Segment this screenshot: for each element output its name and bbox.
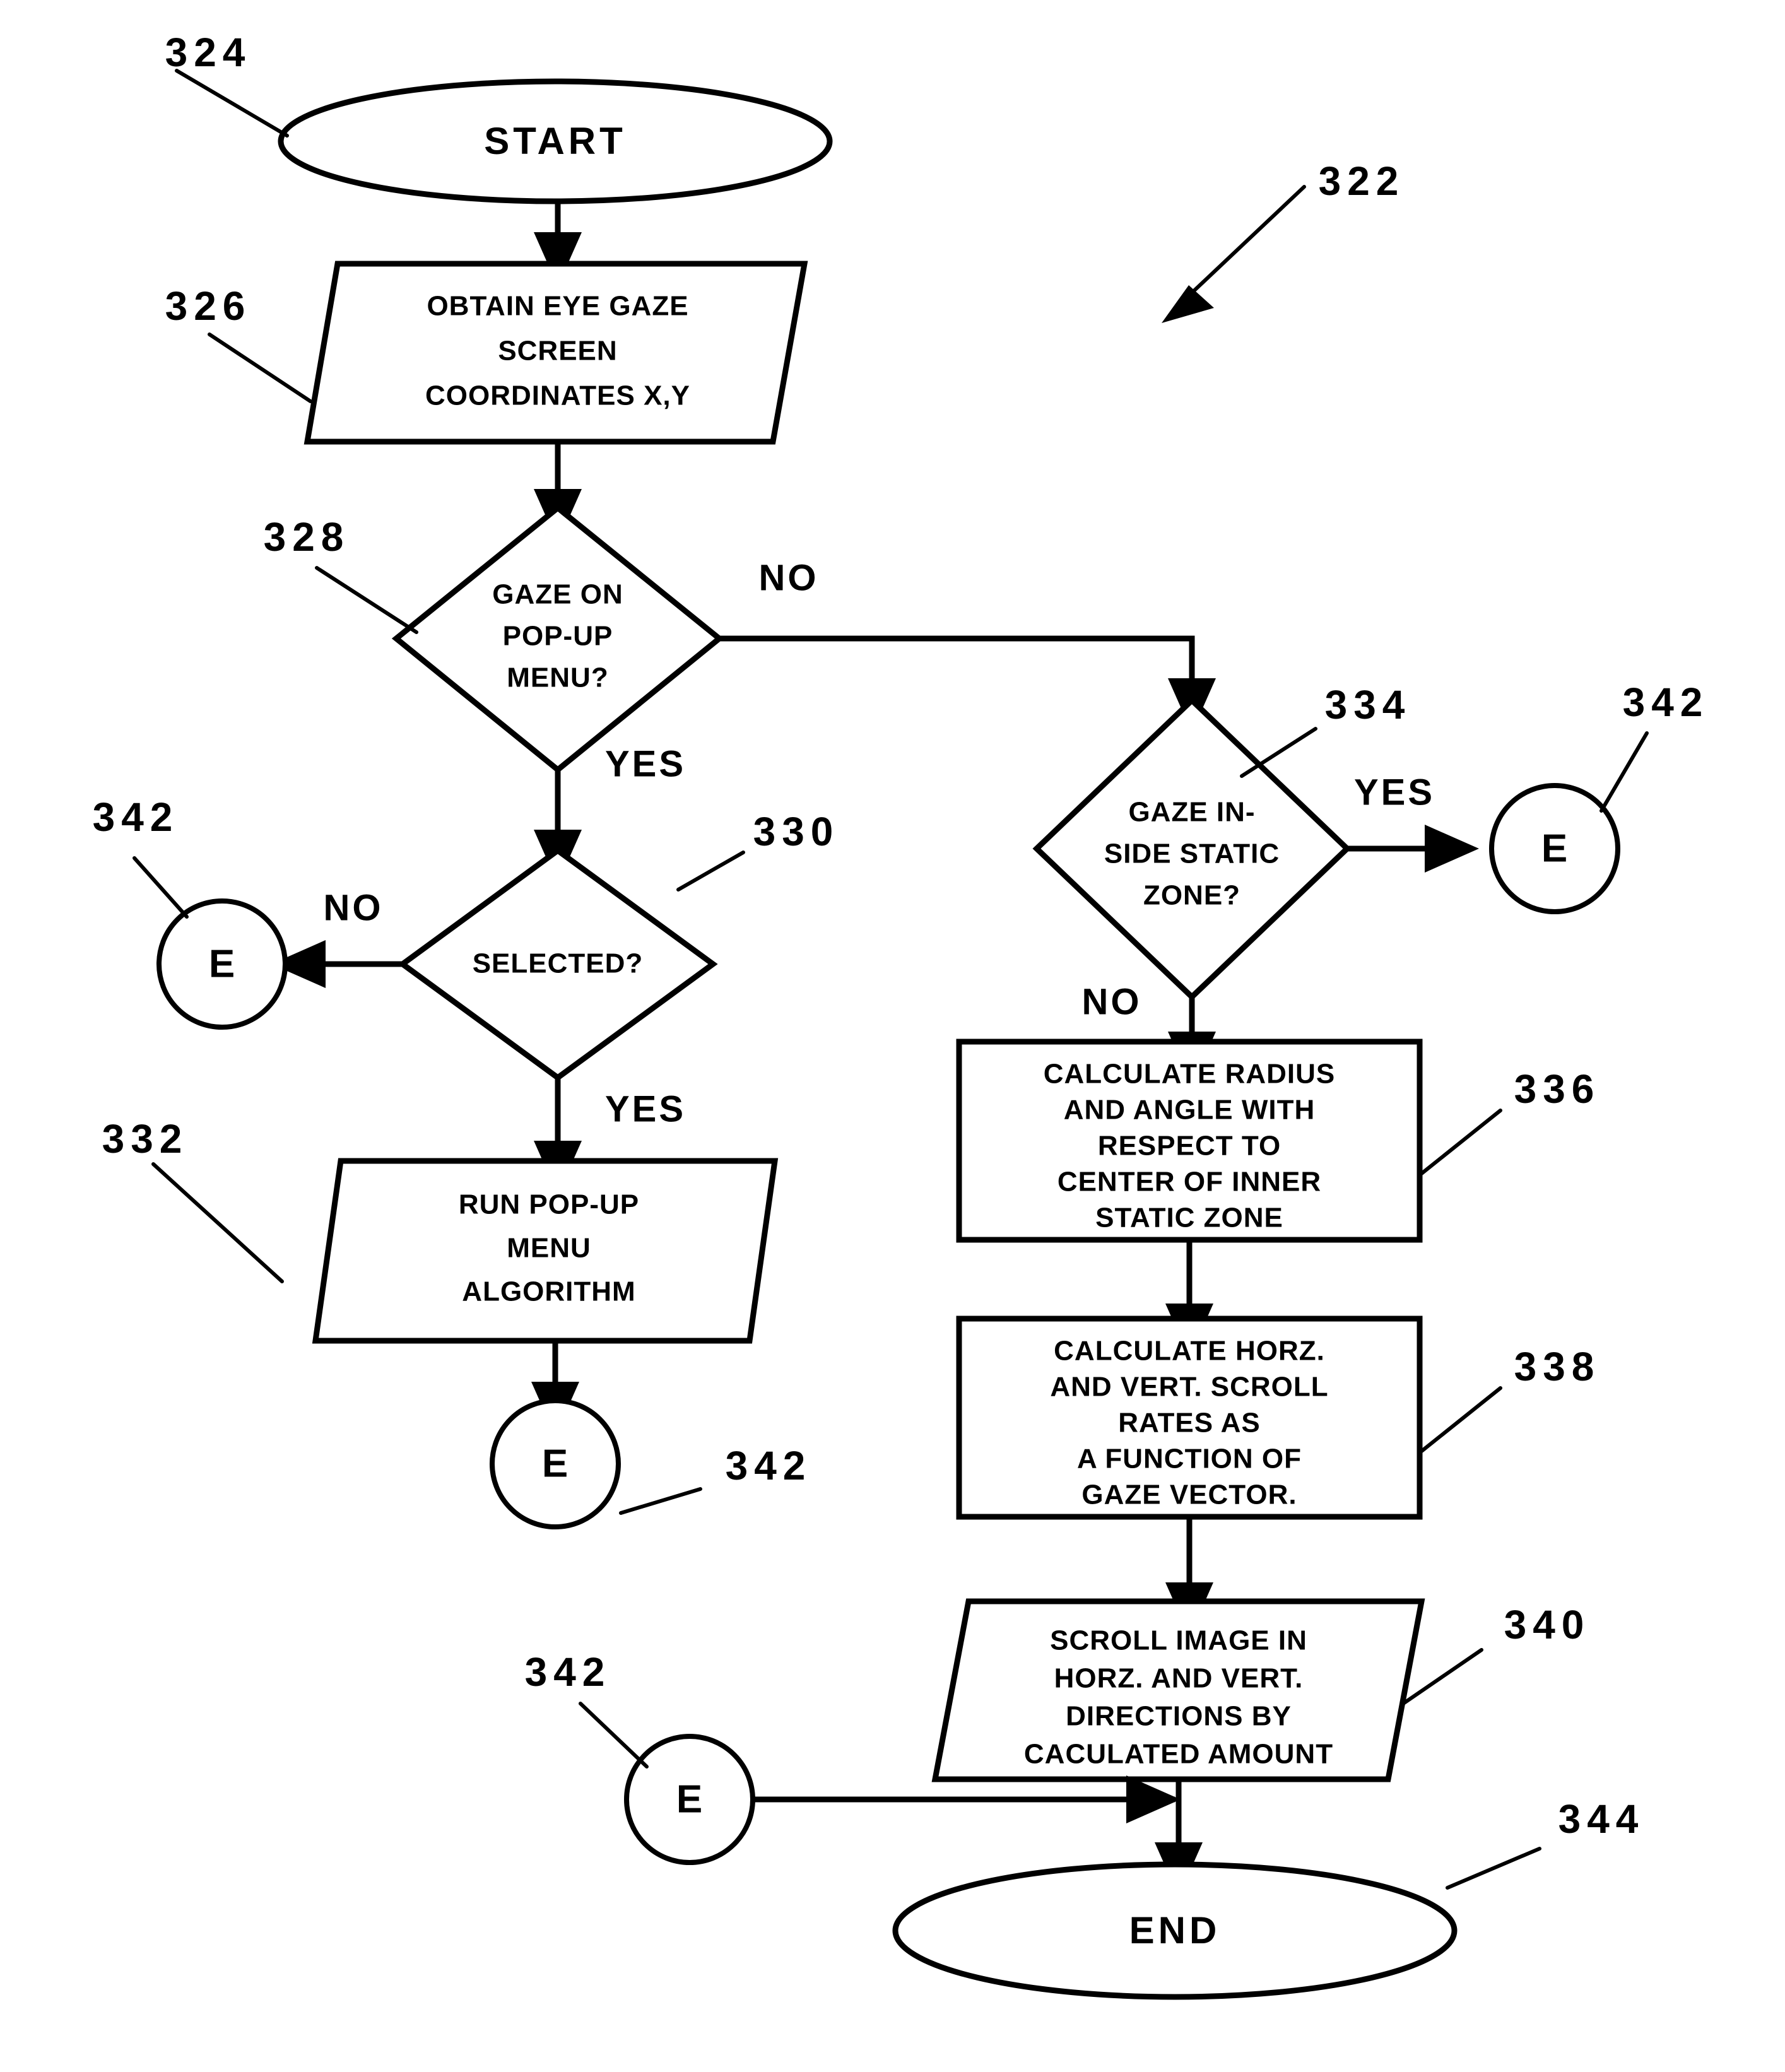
node-calc-rates-line-2: AND VERT. SCROLL bbox=[1050, 1372, 1328, 1403]
node-static-zone-line-2: SIDE STATIC bbox=[1104, 839, 1280, 869]
ref-leader-338 bbox=[1420, 1386, 1502, 1453]
ref-leader-324 bbox=[175, 69, 289, 138]
node-calc-rates-line-3: RATES AS bbox=[1118, 1408, 1261, 1439]
ref-leader-328 bbox=[315, 566, 418, 634]
ref-number-342-left: 342 bbox=[93, 794, 179, 840]
node-scroll-line-2: HORZ. AND VERT. bbox=[1054, 1663, 1304, 1694]
node-end: END bbox=[892, 1861, 1458, 2000]
ref-number-340: 340 bbox=[1504, 1602, 1591, 1647]
ref-number-344: 344 bbox=[1558, 1796, 1645, 1842]
ref-leader-330 bbox=[676, 851, 745, 892]
ref-number-336: 336 bbox=[1514, 1066, 1601, 1112]
node-obtain-line-3: COORDINATES X,Y bbox=[425, 380, 690, 411]
ref-number-342-bottom: 342 bbox=[525, 1649, 611, 1695]
node-calc-rates-line-1: CALCULATE HORZ. bbox=[1054, 1336, 1325, 1367]
ref-number-342-below-run-popup: 342 bbox=[726, 1443, 812, 1488]
node-run-popup-algorithm: RUN POP-UP MENU ALGORITHM bbox=[312, 1158, 779, 1344]
connector-e-right: E bbox=[1489, 783, 1620, 914]
node-calc-radius-line-3: RESPECT TO bbox=[1098, 1131, 1281, 1162]
node-gaze-on-popup-menu: GAZE ON POP-UP MENU? bbox=[391, 504, 724, 774]
ref-number-322: 322 bbox=[1319, 158, 1405, 204]
edge-label-popup-yes: YES bbox=[605, 743, 686, 784]
edge-static-zone-yes bbox=[1347, 825, 1479, 873]
ref-number-332: 332 bbox=[102, 1116, 189, 1162]
node-scroll-line-1: SCROLL IMAGE IN bbox=[1050, 1625, 1307, 1656]
ref-leader-340 bbox=[1401, 1648, 1483, 1705]
node-start-label: START bbox=[484, 120, 627, 162]
connector-e-below-run-popup: E bbox=[490, 1398, 621, 1529]
node-obtain-line-1: OBTAIN EYE GAZE bbox=[427, 291, 688, 322]
edge-label-popup-no: NO bbox=[759, 557, 819, 598]
flowchart-canvas: 322 START 324 OBTAIN EYE GAZE SCREEN COO… bbox=[93, 30, 1709, 2000]
node-gaze-popup-line-1: GAZE ON bbox=[492, 579, 623, 610]
node-gaze-popup-line-3: MENU? bbox=[507, 662, 608, 693]
node-gaze-popup-line-2: POP-UP bbox=[503, 621, 613, 652]
ref-leader-332 bbox=[151, 1162, 284, 1283]
node-calculate-scroll-rates: CALCULATE HORZ. AND VERT. SCROLL RATES A… bbox=[956, 1316, 1423, 1520]
node-selected-label: SELECTED? bbox=[473, 948, 644, 979]
node-calculate-radius-angle: CALCULATE RADIUS AND ANGLE WITH RESPECT … bbox=[956, 1039, 1423, 1243]
connector-e-left-label: E bbox=[209, 942, 235, 986]
connector-e-bottom: E bbox=[624, 1734, 755, 1865]
edge-label-selected-yes: YES bbox=[605, 1088, 686, 1129]
node-run-popup-line-1: RUN POP-UP bbox=[459, 1189, 639, 1220]
node-selected-decision: SELECTED? bbox=[398, 847, 718, 1081]
ref-number-338: 338 bbox=[1514, 1344, 1601, 1389]
node-calc-radius-line-5: STATIC ZONE bbox=[1095, 1203, 1283, 1233]
connector-e-below-run-popup-label: E bbox=[542, 1442, 568, 1485]
ref-number-342-right: 342 bbox=[1623, 680, 1709, 725]
node-start: START bbox=[278, 78, 833, 204]
ref-number-326: 326 bbox=[165, 283, 252, 329]
ref-leader-336 bbox=[1420, 1109, 1502, 1175]
node-scroll-line-3: DIRECTIONS BY bbox=[1066, 1701, 1292, 1732]
edge-selected-no bbox=[271, 940, 403, 988]
edge-label-static-yes: YES bbox=[1354, 772, 1435, 813]
ref-number-328: 328 bbox=[264, 514, 350, 560]
node-calc-radius-line-1: CALCULATE RADIUS bbox=[1044, 1059, 1336, 1090]
figure-overall-leader bbox=[1162, 185, 1306, 323]
ref-number-330: 330 bbox=[753, 809, 840, 854]
connector-e-right-label: E bbox=[1541, 827, 1568, 870]
node-obtain-gaze-coordinates: OBTAIN EYE GAZE SCREEN COORDINATES X,Y bbox=[303, 261, 808, 445]
node-calc-radius-line-4: CENTER OF INNER bbox=[1057, 1167, 1321, 1198]
node-calc-rates-line-4: A FUNCTION OF bbox=[1077, 1444, 1302, 1475]
patent-figure-page: 322 START 324 OBTAIN EYE GAZE SCREEN COO… bbox=[0, 0, 1785, 2072]
ref-leader-344 bbox=[1446, 1847, 1541, 1890]
node-static-zone-line-3: ZONE? bbox=[1143, 880, 1240, 911]
ref-leader-342-right bbox=[1599, 731, 1649, 813]
node-calc-rates-line-5: GAZE VECTOR. bbox=[1081, 1480, 1297, 1510]
ref-leader-342-left bbox=[133, 856, 189, 919]
node-run-popup-line-2: MENU bbox=[507, 1233, 591, 1264]
edge-label-static-no: NO bbox=[1082, 981, 1142, 1022]
node-scroll-image: SCROLL IMAGE IN HORZ. AND VERT. DIRECTIO… bbox=[931, 1598, 1425, 1782]
node-run-popup-line-3: ALGORITHM bbox=[462, 1276, 635, 1307]
ref-leader-334 bbox=[1240, 727, 1317, 778]
ref-leader-342-bottom bbox=[579, 1702, 649, 1769]
connector-e-left: E bbox=[156, 898, 288, 1030]
node-end-label: END bbox=[1129, 1909, 1221, 1951]
node-static-zone-line-1: GAZE IN- bbox=[1128, 797, 1255, 828]
edge-gaze-popup-no bbox=[719, 635, 1216, 733]
ref-number-324: 324 bbox=[165, 30, 252, 75]
edge-e-bottom-to-end bbox=[753, 1775, 1181, 1823]
node-gaze-inside-static-zone: GAZE IN- SIDE STATIC ZONE? bbox=[1032, 696, 1352, 1001]
node-obtain-line-2: SCREEN bbox=[498, 336, 617, 367]
ref-leader-326 bbox=[208, 333, 312, 403]
node-calc-radius-line-2: AND ANGLE WITH bbox=[1064, 1095, 1316, 1126]
ref-leader-342-below-run-popup bbox=[619, 1487, 702, 1515]
ref-number-334: 334 bbox=[1325, 682, 1411, 727]
connector-e-bottom-label: E bbox=[676, 1777, 703, 1821]
edge-label-selected-no: NO bbox=[324, 887, 384, 928]
node-scroll-line-4: CACULATED AMOUNT bbox=[1024, 1739, 1333, 1770]
